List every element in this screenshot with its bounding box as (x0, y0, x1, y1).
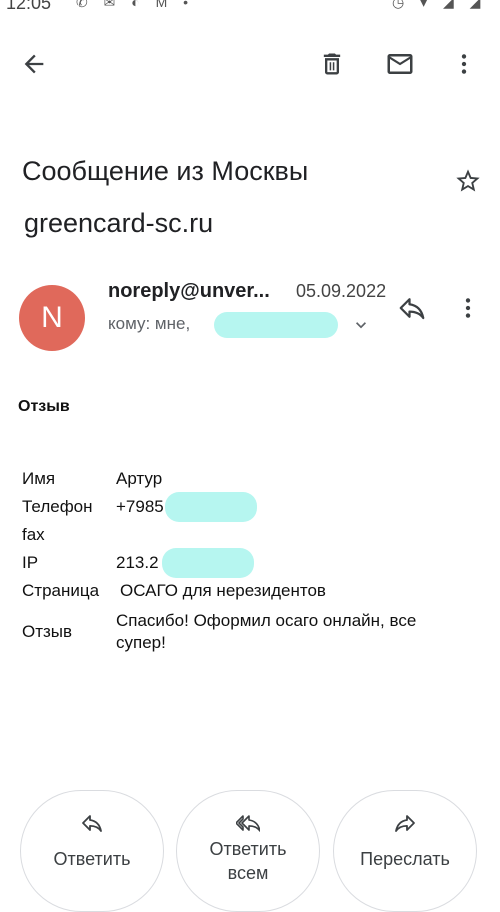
field-value-review: Спасибо! Оформил осаго онлайн, все супер… (116, 611, 417, 652)
star-button[interactable] (450, 163, 486, 199)
reply-button[interactable] (394, 290, 430, 326)
more-vert-icon (461, 54, 467, 74)
sender-address[interactable]: noreply@unver... (108, 280, 270, 303)
message-more-button[interactable] (452, 290, 484, 326)
redaction-mark (165, 492, 257, 522)
status-time: 12:05 (6, 0, 52, 13)
reply-all-action-label-1: Ответить (209, 839, 287, 859)
redaction-mark (162, 548, 254, 578)
email-label[interactable]: greencard-sc.ru (24, 208, 213, 239)
field-label-fax: fax (22, 525, 45, 544)
reply-all-action-label-2: всем (227, 863, 269, 883)
reply-action-button[interactable]: Ответить (20, 790, 164, 912)
field-value-ip: 213.2 (116, 553, 159, 572)
avatar-letter: N (41, 301, 63, 334)
mark-unread-button[interactable] (380, 44, 420, 84)
more-options-button[interactable] (446, 44, 482, 84)
status-bar: 12:05 ✆ ✉ ◐ M • ◷ ▾ ◢ ◢ (0, 0, 500, 14)
field-label-review: Отзыв (22, 622, 73, 641)
reply-all-icon (236, 815, 260, 832)
show-details-button[interactable] (350, 314, 372, 336)
notification-icons: ✆ ✉ ◐ M • (76, 0, 195, 10)
field-value-phone[interactable]: +7985 (116, 497, 164, 517)
trash-icon (323, 53, 341, 75)
recipients-summary[interactable]: кому: мне, (108, 314, 190, 334)
redaction-mark (214, 312, 338, 338)
forward-action-button[interactable]: Переслать (333, 790, 477, 912)
message-date: 05.09.2022 (296, 281, 387, 301)
more-vert-icon (465, 298, 471, 318)
delete-button[interactable] (312, 44, 352, 84)
field-label-page: Страница (22, 581, 100, 600)
envelope-icon (387, 54, 413, 74)
arrow-back-icon (24, 54, 44, 74)
body-heading: Отзыв (18, 398, 70, 415)
field-label-ip: IP (22, 553, 39, 572)
star-outline-icon (456, 169, 480, 192)
system-status-icons: ◷ ▾ ◢ ◢ (392, 0, 487, 10)
reply-action-label: Ответить (53, 849, 131, 869)
sender-avatar[interactable]: N (19, 285, 85, 351)
field-value-name: Артур (116, 469, 163, 488)
forward-action-label: Переслать (360, 849, 450, 869)
forward-icon (395, 815, 415, 832)
field-label-name: Имя (22, 469, 56, 488)
back-button[interactable] (14, 44, 54, 84)
email-subject: Сообщение из Москвы (22, 156, 309, 186)
chevron-down-icon (356, 322, 366, 329)
reply-all-action-button[interactable]: Ответить всем (176, 790, 320, 912)
reply-icon (399, 298, 425, 320)
reply-icon (82, 815, 102, 832)
field-value-page: ОСАГО для нерезидентов (120, 581, 326, 600)
field-label-phone: Телефон (22, 497, 93, 516)
